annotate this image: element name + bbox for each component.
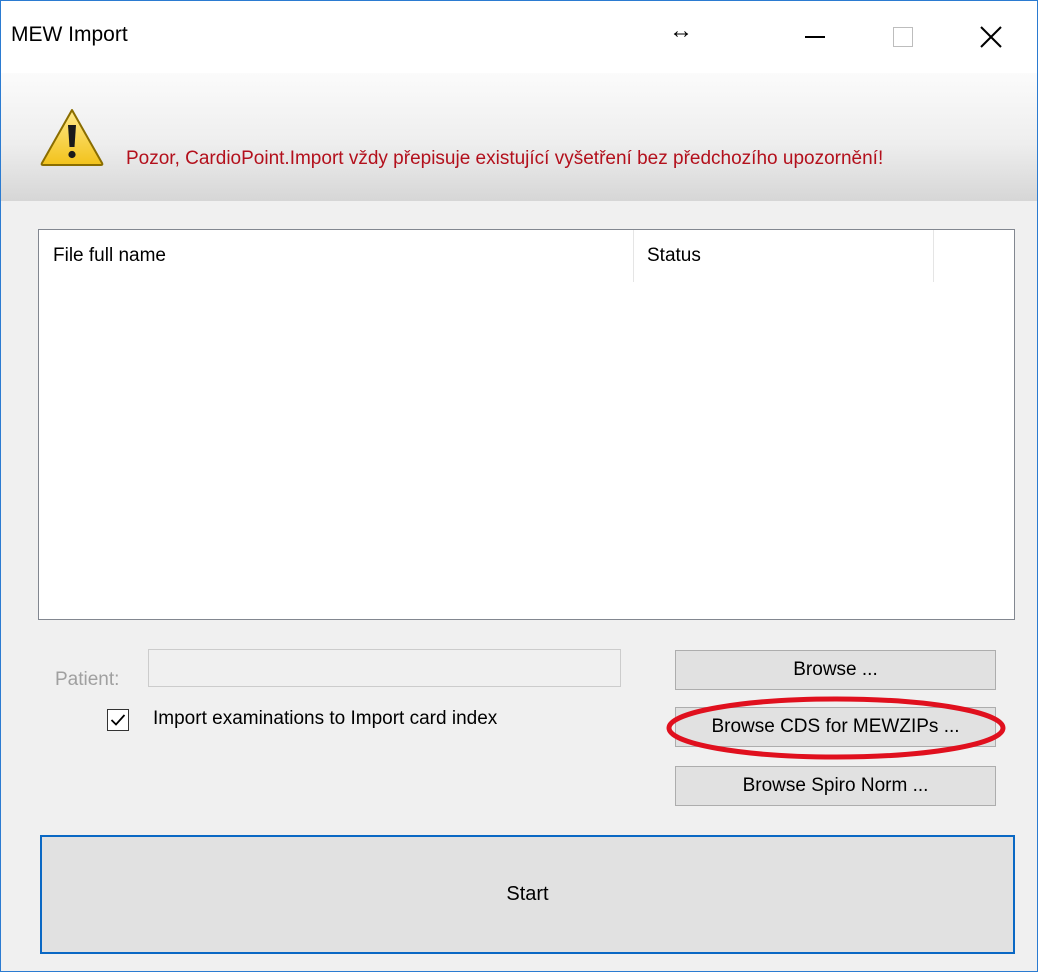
checkmark-icon	[110, 714, 126, 726]
window-title: MEW Import	[11, 23, 128, 46]
title-bar[interactable]: MEW Import ↔	[1, 1, 1037, 73]
file-list[interactable]: File full name Status	[38, 229, 1015, 620]
maximize-icon	[893, 27, 913, 47]
resize-horizontal-icon: ↔	[669, 17, 693, 44]
browse-cds-button[interactable]: Browse CDS for MEWZIPs ...	[675, 707, 996, 747]
warning-message: Pozor, CardioPoint.Import vždy přepisuje…	[126, 148, 884, 169]
warning-icon	[40, 109, 104, 166]
close-button[interactable]	[947, 1, 1035, 73]
maximize-button[interactable]	[859, 1, 947, 73]
minimize-icon	[805, 36, 825, 38]
close-icon	[980, 26, 1002, 48]
column-header-status[interactable]: Status	[634, 230, 934, 282]
column-header-file-full-name[interactable]: File full name	[39, 230, 634, 282]
import-to-card-index-checkbox[interactable]	[107, 709, 129, 731]
browse-button[interactable]: Browse ...	[675, 650, 996, 690]
warning-banner: Pozor, CardioPoint.Import vždy přepisuje…	[1, 73, 1037, 201]
patient-input[interactable]	[148, 649, 621, 687]
browse-spiro-norm-button[interactable]: Browse Spiro Norm ...	[675, 766, 996, 806]
mew-import-window: MEW Import ↔ Pozor, CardioPoint.Import v…	[0, 0, 1038, 972]
import-to-card-index-label[interactable]: Import examinations to Import card index	[153, 708, 497, 730]
start-button[interactable]: Start	[40, 835, 1015, 954]
patient-label: Patient:	[55, 669, 120, 690]
minimize-button[interactable]	[771, 1, 859, 73]
